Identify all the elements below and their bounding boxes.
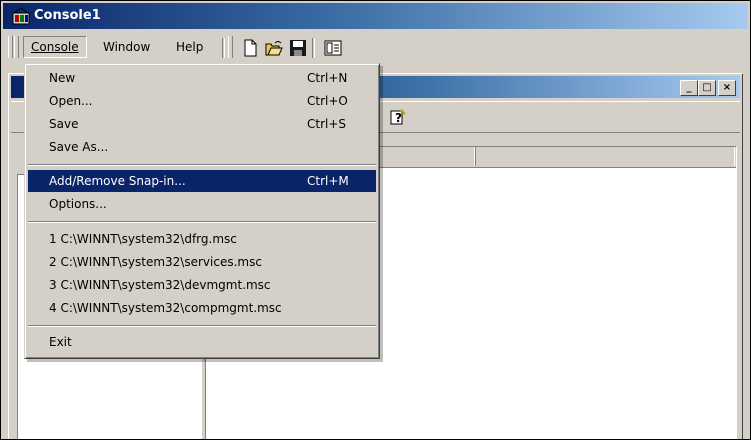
menu-item-label: Exit bbox=[49, 335, 72, 349]
toolbar-grip[interactable] bbox=[228, 36, 233, 58]
menu-item-label: New bbox=[49, 71, 76, 85]
menu-item-recent-3[interactable]: 3 C:\WINNT\system32\devmgmt.msc bbox=[28, 274, 376, 296]
menu-item-label: Options... bbox=[49, 197, 107, 211]
menu-item-label: Open... bbox=[49, 94, 93, 108]
menu-item-exit[interactable]: Exit bbox=[28, 331, 376, 353]
menu-console[interactable]: Console bbox=[23, 36, 87, 58]
toolbar-separator bbox=[222, 38, 225, 58]
menu-window-label: Window bbox=[103, 40, 151, 54]
menu-item-add-remove-snap-in[interactable]: Add/Remove Snap-in... Ctrl+M bbox=[28, 170, 376, 192]
properties-icon[interactable] bbox=[324, 39, 342, 57]
menubar-grip[interactable] bbox=[8, 36, 13, 58]
menu-item-label: 4 C:\WINNT\system32\compmgmt.msc bbox=[49, 301, 282, 315]
menu-item-label: 2 C:\WINNT\system32\services.msc bbox=[49, 255, 262, 269]
menu-item-options[interactable]: Options... bbox=[28, 193, 376, 215]
column-header-2[interactable] bbox=[476, 147, 735, 166]
window-title: Console1 bbox=[34, 8, 101, 23]
menu-item-recent-2[interactable]: 2 C:\WINNT\system32\services.msc bbox=[28, 251, 376, 273]
menu-item-shortcut: Ctrl+S bbox=[307, 117, 347, 131]
new-document-icon[interactable] bbox=[241, 39, 259, 57]
menu-console-label: Console bbox=[31, 40, 79, 54]
open-folder-icon[interactable] bbox=[265, 39, 283, 57]
close-button[interactable]: × bbox=[718, 80, 736, 96]
menu-item-shortcut: Ctrl+O bbox=[307, 94, 348, 108]
console-menu: New Ctrl+N Open... Ctrl+O Save Ctrl+S Sa… bbox=[24, 63, 380, 359]
menu-separator bbox=[28, 325, 376, 327]
menu-bar: Console Window Help bbox=[3, 32, 748, 62]
help-icon[interactable]: ? bbox=[389, 108, 407, 126]
menu-item-save-as[interactable]: Save As... bbox=[28, 136, 376, 158]
menu-item-open[interactable]: Open... Ctrl+O bbox=[28, 90, 376, 112]
svg-text:?: ? bbox=[395, 111, 402, 125]
menu-item-recent-1[interactable]: 1 C:\WINNT\system32\dfrg.msc bbox=[28, 228, 376, 250]
menu-item-label: Save As... bbox=[49, 140, 109, 154]
menu-help[interactable]: Help bbox=[169, 37, 210, 57]
menu-item-label: Save bbox=[49, 117, 79, 131]
menu-item-new[interactable]: New Ctrl+N bbox=[28, 67, 376, 89]
minimize-button[interactable]: _ bbox=[680, 80, 698, 96]
menu-item-save[interactable]: Save Ctrl+S bbox=[28, 113, 376, 135]
maximize-button[interactable]: □ bbox=[698, 80, 716, 96]
save-disk-icon[interactable] bbox=[289, 39, 307, 57]
menu-window[interactable]: Window bbox=[96, 37, 157, 57]
menu-help-label: Help bbox=[176, 40, 204, 54]
menu-item-label: 1 C:\WINNT\system32\dfrg.msc bbox=[49, 232, 237, 246]
toolbar-separator-2 bbox=[312, 38, 315, 58]
menu-separator bbox=[28, 221, 376, 223]
menu-separator bbox=[28, 164, 376, 166]
menu-item-shortcut: Ctrl+M bbox=[307, 174, 349, 188]
console-window: Console1 Console Window Help _ □ × ? New… bbox=[0, 0, 751, 440]
menubar-grip-2[interactable] bbox=[14, 36, 19, 58]
mmc-app-icon[interactable] bbox=[12, 7, 30, 25]
menu-item-shortcut: Ctrl+N bbox=[307, 71, 348, 85]
title-bar[interactable]: Console1 bbox=[3, 3, 748, 29]
menu-item-label: Add/Remove Snap-in... bbox=[49, 174, 186, 188]
menu-item-recent-4[interactable]: 4 C:\WINNT\system32\compmgmt.msc bbox=[28, 297, 376, 319]
menu-item-label: 3 C:\WINNT\system32\devmgmt.msc bbox=[49, 278, 271, 292]
